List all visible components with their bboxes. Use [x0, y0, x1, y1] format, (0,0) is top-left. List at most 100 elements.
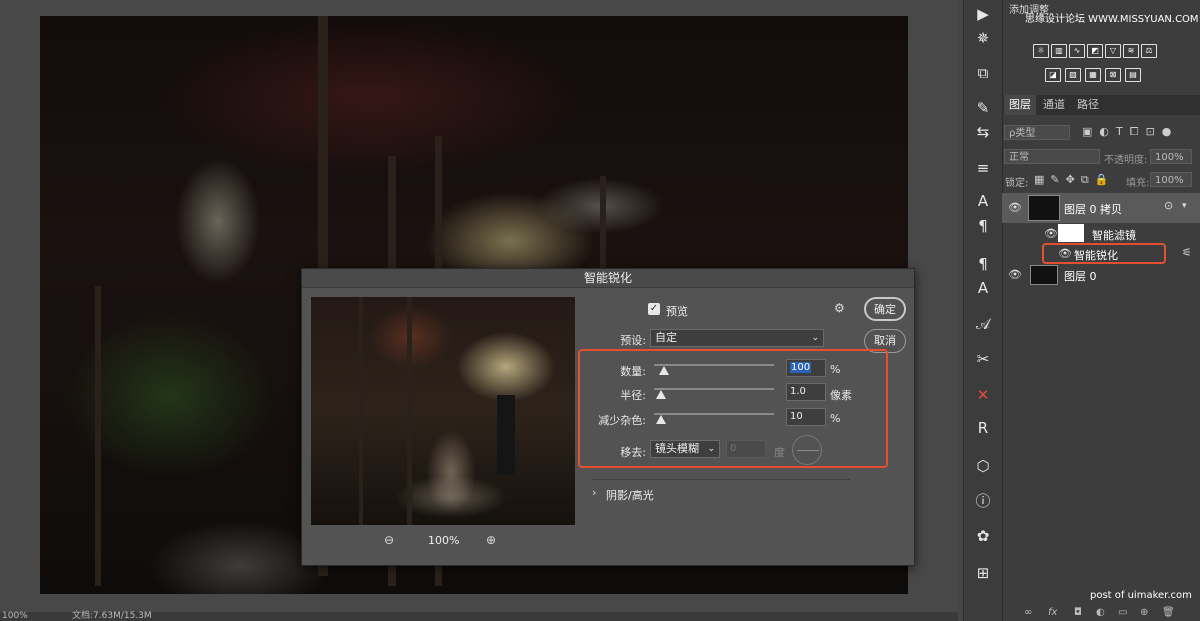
fx-toggle-icon[interactable]: ▾ — [1182, 201, 1187, 211]
levels-icon[interactable]: ▥ — [1051, 44, 1067, 58]
chevron-right-icon[interactable]: › — [592, 486, 596, 499]
blend-mode-value: 正常 — [1009, 152, 1029, 163]
brush-icon[interactable]: ✎ — [971, 97, 995, 119]
type-filter-icon[interactable]: T — [1116, 125, 1130, 138]
layer-filter-label: ρ类型 — [1009, 128, 1036, 139]
curves-icon[interactable]: ∿ — [1069, 44, 1085, 58]
preview-zoom-level: 100% — [428, 534, 460, 547]
grid-icon[interactable]: ⊞ — [971, 562, 995, 584]
new-layer-icon[interactable]: ⊕ — [1140, 607, 1148, 618]
status-bar: 100% 文档:7.63M/15.3M — [0, 612, 958, 621]
lock-position-icon[interactable]: ✥ — [1066, 173, 1081, 186]
fill-input[interactable]: 100% — [1150, 172, 1192, 187]
3d-icon[interactable]: ⬡ — [971, 455, 995, 477]
plugin-r-icon[interactable]: R — [971, 417, 995, 439]
filter-toggle-icon[interactable]: ● — [1162, 125, 1179, 138]
lock-transparent-icon[interactable]: ▦ — [1034, 173, 1050, 186]
hue-saturation-icon[interactable]: ≋ — [1123, 44, 1139, 58]
adjust-icon[interactable]: ⇆ — [971, 121, 995, 143]
new-adjustment-icon[interactable]: ◐ — [1096, 607, 1105, 618]
preview-image[interactable] — [311, 297, 575, 525]
smart-object-filter-icon[interactable]: ⊡ — [1146, 125, 1162, 138]
layer-name: 智能滤镜 — [1092, 229, 1136, 242]
highlight-box-smart-sharpen — [1042, 243, 1166, 264]
zoom-out-icon[interactable]: ⊖ — [384, 533, 394, 547]
chevron-down-icon: ⌄ — [811, 333, 819, 343]
compass-icon[interactable]: ✵ — [971, 27, 995, 49]
right-panel: 添加调整 思缘设计论坛 WWW.MISSYUAN.COM ☼ ▥ ∿ ◩ ▽ ≋… — [1002, 0, 1200, 621]
transform-icon[interactable]: ⧉ — [971, 62, 995, 84]
visibility-eye-icon[interactable]: 👁 — [1044, 227, 1058, 240]
color-balance-icon[interactable]: ⚖ — [1141, 44, 1157, 58]
visibility-eye-icon[interactable]: 👁 — [1008, 268, 1022, 281]
lock-artboard-icon[interactable]: ⧉ — [1081, 173, 1095, 186]
smart-filter-mask-thumbnail — [1058, 224, 1084, 242]
tab-layers[interactable]: 图层 — [1004, 95, 1036, 115]
layer-filter-icons: ▣◐T⧠⊡● — [1082, 125, 1197, 139]
palette-icon[interactable]: ✿ — [971, 525, 995, 547]
tab-channels[interactable]: 通道 — [1038, 95, 1070, 115]
smart-object-icon: ⊙ — [1164, 199, 1174, 212]
status-zoom: 100% — [2, 611, 28, 621]
shape-filter-icon[interactable]: ⧠ — [1130, 125, 1146, 138]
play-icon[interactable]: ▶ — [971, 3, 995, 25]
layer-filter-select[interactable]: ρ类型 — [1004, 125, 1070, 140]
preset-value: 自定 — [655, 331, 677, 344]
lock-label: 锁定: — [1005, 178, 1029, 189]
delete-layer-icon[interactable]: 🗑 — [1162, 607, 1175, 618]
character-icon[interactable]: A — [971, 190, 995, 212]
lock-image-icon[interactable]: ✎ — [1050, 173, 1065, 186]
image-pole — [95, 286, 101, 586]
link-layers-icon[interactable]: ∞ — [1024, 607, 1032, 618]
opacity-label: 不透明度: — [1104, 155, 1148, 166]
fill-value: 100% — [1155, 175, 1184, 186]
preview-pole — [359, 297, 363, 525]
layer-thumbnail — [1028, 195, 1060, 221]
opacity-value: 100% — [1155, 152, 1184, 163]
paragraph-style-icon[interactable]: ¶ — [971, 253, 995, 275]
photo-filter-icon[interactable]: ◪ — [1045, 68, 1061, 82]
brightness-contrast-icon[interactable]: ☼ — [1033, 44, 1049, 58]
shadow-highlight-label[interactable]: 阴影/高光 — [606, 487, 654, 503]
layer-row-copy[interactable]: 👁 图层 0 拷贝 ⊙ ▾ — [1002, 193, 1200, 223]
vibrance-icon[interactable]: ▽ — [1105, 44, 1121, 58]
layer-name: 图层 0 — [1064, 270, 1097, 283]
separator — [592, 479, 850, 480]
tab-paths[interactable]: 路径 — [1072, 95, 1104, 115]
tools-icon[interactable]: ✂ — [971, 348, 995, 370]
exposure-icon[interactable]: ◩ — [1087, 44, 1103, 58]
filter-options-icon[interactable]: ⚟ — [1182, 246, 1192, 259]
glyphs-icon[interactable]: 𝒜 — [971, 313, 995, 335]
layer-row-smart-filters[interactable]: 👁 智能滤镜 — [1002, 223, 1200, 243]
blend-mode-select[interactable]: 正常 — [1004, 149, 1100, 164]
pixel-filter-icon[interactable]: ▣ — [1082, 125, 1099, 138]
smart-sharpen-dialog: 智能锐化 ⊖ 100% ⊕ ✓ 预览 ⚙ 确定 取消 预设: 自定 ⌄ 数量: … — [301, 268, 915, 566]
character-style-icon[interactable]: A — [971, 277, 995, 299]
preview-pole — [407, 297, 412, 525]
paragraph-icon[interactable]: ¶ — [971, 215, 995, 237]
zoom-in-icon[interactable]: ⊕ — [486, 533, 496, 547]
lock-all-icon[interactable]: 🔒 — [1095, 173, 1115, 186]
opacity-input[interactable]: 100% — [1150, 149, 1192, 164]
smart-sharpen-tool-icon[interactable]: ✕ — [971, 384, 995, 406]
dialog-title: 智能锐化 — [302, 269, 914, 288]
color-lookup-icon[interactable]: ▦ — [1085, 68, 1101, 82]
channel-mixer-icon[interactable]: ▨ — [1065, 68, 1081, 82]
layers-bottom-bar: ∞ fx ◘ ◐ ▭ ⊕ 🗑 — [1002, 607, 1200, 621]
fx-icon[interactable]: fx — [1048, 607, 1057, 618]
preset-select[interactable]: 自定 ⌄ — [650, 329, 824, 347]
ok-button[interactable]: 确定 — [864, 297, 906, 321]
invert-icon[interactable]: ⊠ — [1105, 68, 1121, 82]
info-icon[interactable]: ⓘ — [971, 490, 995, 512]
settings-gear-icon[interactable]: ⚙ — [834, 301, 845, 315]
align-icon[interactable]: ≡ — [971, 157, 995, 179]
layer-row-base[interactable]: 👁 图层 0 — [1002, 263, 1200, 285]
visibility-eye-icon[interactable]: 👁 — [1008, 201, 1022, 214]
add-mask-icon[interactable]: ◘ — [1074, 607, 1082, 618]
layers-panel-tabs: 图层 通道 路径 — [1002, 95, 1200, 115]
adjustment-filter-icon[interactable]: ◐ — [1099, 125, 1116, 138]
status-document-size: 文档:7.63M/15.3M — [72, 611, 152, 621]
preview-checkbox[interactable]: ✓ — [648, 303, 660, 315]
gradient-map-icon[interactable]: ▤ — [1125, 68, 1141, 82]
new-group-icon[interactable]: ▭ — [1118, 607, 1127, 618]
